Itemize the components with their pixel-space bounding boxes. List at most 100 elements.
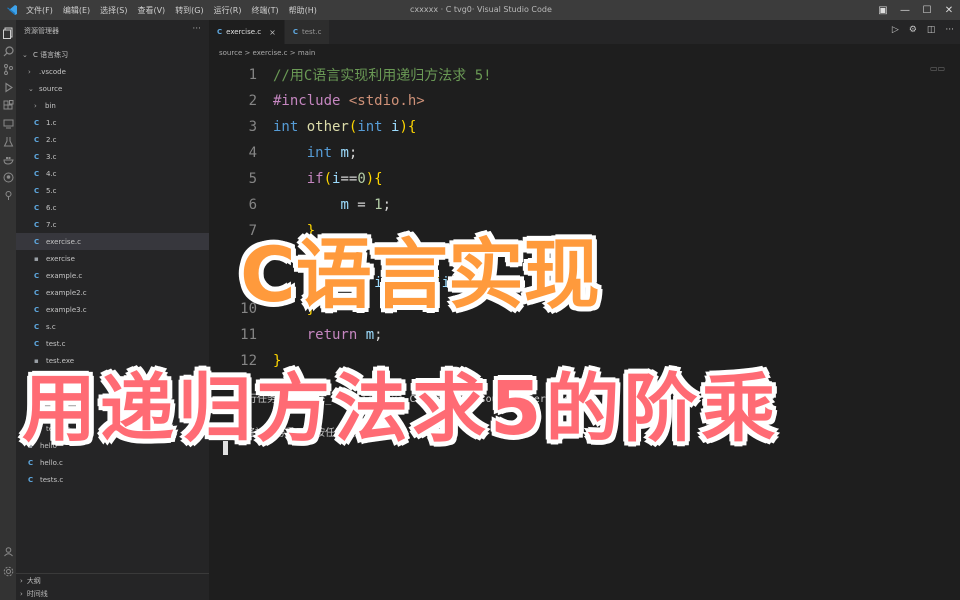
code-token: int	[306, 145, 341, 161]
run-code-icon[interactable]: ▷	[892, 25, 899, 35]
code-token: (	[323, 171, 333, 187]
tree-item-label: 7.c	[46, 220, 57, 229]
settings-icon[interactable]	[0, 562, 16, 580]
vscode-logo-icon	[4, 2, 20, 18]
c-file-icon: C	[28, 458, 34, 467]
overlay-title: C语言实现	[240, 230, 600, 319]
menu-help[interactable]: 帮助(H)	[289, 5, 317, 16]
code-token: <stdio.h>	[348, 93, 425, 109]
outline-section[interactable]: › 大纲	[16, 574, 209, 587]
code-line: 4 int m;	[209, 140, 358, 166]
tree-item[interactable]: Cexercise.c	[16, 233, 209, 250]
split-editor-icon[interactable]: ◫	[927, 25, 936, 35]
c-file-icon: C	[28, 475, 34, 484]
tree-item[interactable]: Ctests.c	[16, 471, 209, 488]
tree-item[interactable]: ▪ exercise	[16, 250, 209, 267]
tree-item[interactable]: › bin	[16, 97, 209, 114]
code-token: m	[340, 145, 349, 161]
tree-item[interactable]: ⌄ source	[16, 80, 209, 97]
tree-item-label: test.c	[46, 339, 66, 348]
sidebar-header: 资源管理器 ···	[16, 20, 209, 42]
close-window-button[interactable]: ✕	[938, 0, 960, 20]
window-controls: ▣ — ☐ ✕	[872, 0, 960, 20]
tree-item[interactable]: C 1.c	[16, 114, 209, 131]
maximize-button[interactable]: ☐	[916, 0, 938, 20]
layout-icon[interactable]: ▣	[872, 0, 894, 20]
tree-item[interactable]: C 5.c	[16, 182, 209, 199]
tree-item[interactable]: › .vscode	[16, 63, 209, 80]
tab-label: test.c	[301, 28, 322, 36]
run-debug-icon[interactable]	[0, 78, 16, 96]
menu-file[interactable]: 文件(F)	[26, 5, 53, 16]
tree-item[interactable]: C 2.c	[16, 131, 209, 148]
tree-item-label: example.c	[46, 271, 83, 280]
activity-bar	[0, 20, 16, 600]
tree-item[interactable]: C 6.c	[16, 199, 209, 216]
tree-item-label: C 语言练习	[33, 50, 69, 59]
breadcrumb[interactable]: source > exercise.c > main	[209, 44, 315, 62]
code-token: (	[348, 119, 358, 135]
code-token: ;	[348, 145, 358, 161]
explorer-sidebar: 资源管理器 ··· ⌄ C 语言练习 › .vscode ⌄ source › bin C 1.c…	[16, 20, 209, 600]
timeline-section[interactable]: › 时间线	[16, 587, 209, 600]
tree-item[interactable]: Chello.c	[16, 454, 209, 471]
github-icon[interactable]	[0, 168, 16, 186]
tree-item-label: tests.c	[40, 475, 64, 484]
extensions-icon[interactable]	[0, 96, 16, 114]
tree-item[interactable]: ⌄ C 语言练习	[16, 46, 209, 63]
remote-icon[interactable]	[0, 114, 16, 132]
menu-edit[interactable]: 编辑(E)	[63, 5, 90, 16]
source-control-icon[interactable]	[0, 60, 16, 78]
tree-item[interactable]: C 7.c	[16, 216, 209, 233]
line-number: 4	[248, 145, 257, 161]
tree-item[interactable]: Cexample2.c	[16, 284, 209, 301]
more-actions-icon[interactable]: ···	[192, 24, 201, 34]
pin-icon[interactable]	[0, 186, 16, 204]
menu-view[interactable]: 查看(V)	[137, 5, 165, 16]
tree-item[interactable]: Cexample3.c	[16, 301, 209, 318]
tree-item[interactable]: C 4.c	[16, 165, 209, 182]
c-file-icon: C	[34, 322, 40, 331]
code-token: #include	[273, 93, 349, 109]
minimap[interactable]: ▭▭	[930, 64, 945, 73]
explorer-icon[interactable]	[0, 24, 16, 42]
code-token: return	[306, 327, 366, 343]
search-icon[interactable]	[0, 42, 16, 60]
menu-selection[interactable]: 选择(S)	[100, 5, 127, 16]
tree-item[interactable]: Cs.c	[16, 318, 209, 335]
tab-label: exercise.c	[226, 28, 262, 36]
menu-run[interactable]: 运行(R)	[214, 5, 242, 16]
tab-test-c[interactable]: C test.c	[284, 20, 331, 44]
code-token: int	[273, 119, 307, 135]
code-token: ==	[340, 171, 358, 187]
code-token: 1	[374, 197, 383, 213]
tree-item[interactable]: Cexample.c	[16, 267, 209, 284]
menu-go[interactable]: 转到(G)	[175, 5, 203, 16]
minimize-button[interactable]: —	[894, 0, 916, 20]
outline-label: 大纲	[26, 576, 41, 585]
line-number: 2	[248, 93, 257, 109]
settings-gear-icon[interactable]: ⚙	[909, 25, 917, 35]
tab-exercise-c[interactable]: C exercise.c ×	[209, 20, 285, 44]
c-file-icon: C	[34, 169, 40, 178]
tree-item-label: 6.c	[46, 203, 57, 212]
c-file-icon: C	[34, 220, 40, 229]
testing-icon[interactable]	[0, 132, 16, 150]
menu-terminal[interactable]: 终端(T)	[251, 5, 278, 16]
docker-icon[interactable]	[0, 150, 16, 168]
code-token: ;	[382, 197, 392, 213]
c-file-icon: C	[34, 186, 40, 195]
tree-item[interactable]: C 3.c	[16, 148, 209, 165]
timeline-label: 时间线	[26, 589, 48, 598]
close-tab-icon[interactable]: ×	[269, 28, 276, 37]
line-number: 11	[240, 327, 257, 343]
tree-item-label: s.c	[46, 322, 56, 331]
tree-item-label: 2.c	[46, 135, 57, 144]
more-icon[interactable]: ···	[945, 25, 954, 35]
code-line: 1 //用C语言实现利用递归方法求 5!	[209, 62, 492, 88]
code-token: ){	[399, 119, 417, 135]
code-token: i	[332, 171, 341, 187]
account-icon[interactable]	[0, 542, 16, 560]
tree-item-label: 5.c	[46, 186, 57, 195]
